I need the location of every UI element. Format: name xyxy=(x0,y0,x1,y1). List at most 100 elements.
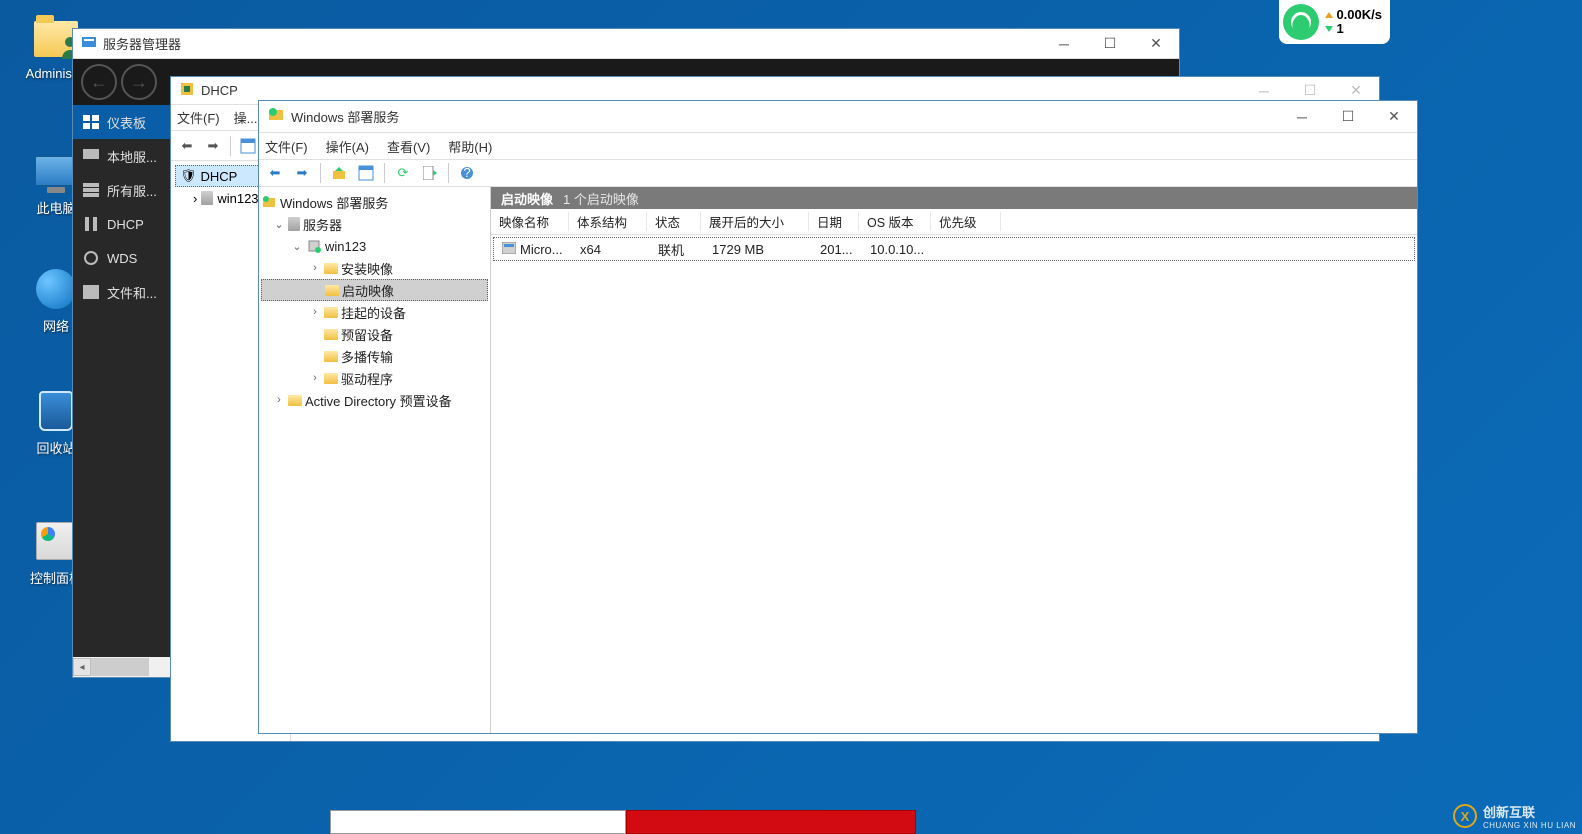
column-header[interactable]: 日期 xyxy=(809,212,859,231)
minimize-button[interactable]: ─ xyxy=(1041,29,1087,58)
menu-file[interactable]: 文件(F) xyxy=(177,108,220,127)
tree-panel: Windows 部署服务 ⌄服务器 ⌄win123 ›安装映像 ›启动映像 ›挂… xyxy=(259,187,491,733)
close-button[interactable]: ✕ xyxy=(1133,29,1179,58)
tree-pending-devices[interactable]: › 挂起的设备 xyxy=(261,301,488,323)
tree-label: 挂起的设备 xyxy=(341,303,406,322)
close-button[interactable]: ✕ xyxy=(1371,101,1417,132)
scroll-thumb[interactable] xyxy=(91,658,149,676)
cell-os: 10.0.10... xyxy=(862,242,934,257)
sidebar-item-dhcp[interactable]: DHCP xyxy=(73,207,171,241)
up-button[interactable] xyxy=(327,161,351,185)
sidebar-item-all-servers[interactable]: 所有服... xyxy=(73,173,171,207)
column-header[interactable]: 体系结构 xyxy=(569,212,647,231)
menu-action[interactable]: 操作(A) xyxy=(326,137,369,156)
window-wds[interactable]: Windows 部署服务 ─ ☐ ✕ 文件(F) 操作(A) 查看(V) 帮助(… xyxy=(258,100,1418,734)
expand-icon[interactable]: › xyxy=(309,262,321,274)
tree-ad-prestaged[interactable]: › Active Directory 预置设备 xyxy=(261,389,488,411)
expand-icon[interactable]: › xyxy=(273,394,285,406)
tree-label: 安装映像 xyxy=(341,259,393,278)
column-header[interactable]: 映像名称 xyxy=(491,212,569,231)
tree-label: Active Directory 预置设备 xyxy=(305,391,452,410)
menu-action[interactable]: 操... xyxy=(234,108,258,127)
folder-icon xyxy=(324,307,338,318)
tree-label: 服务器 xyxy=(303,215,342,234)
view-button[interactable] xyxy=(354,161,378,185)
sidebar-item-label: DHCP xyxy=(107,217,144,232)
column-header[interactable]: 状态 xyxy=(647,212,701,231)
maximize-button[interactable]: ☐ xyxy=(1325,101,1371,132)
folder-icon xyxy=(324,329,338,340)
window-title: DHCP xyxy=(201,83,1241,98)
expand-icon[interactable]: › xyxy=(309,372,321,384)
forward-button[interactable]: ➡ xyxy=(290,161,314,185)
sidebar-item-dashboard[interactable]: 仪表板 xyxy=(73,105,171,139)
tree-server-win123[interactable]: ⌄win123 xyxy=(261,235,488,257)
column-headers[interactable]: 映像名称体系结构状态展开后的大小日期OS 版本优先级 xyxy=(491,209,1417,235)
watermark-sub: CHUANG XIN HU LIAN xyxy=(1483,821,1576,830)
servers-icon xyxy=(288,217,300,231)
expand-icon[interactable]: › xyxy=(309,306,321,318)
watermark-logo-icon: X xyxy=(1453,804,1477,828)
tree-multicast[interactable]: ›多播传输 xyxy=(261,345,488,367)
cell-status: 联机 xyxy=(650,240,704,259)
column-header[interactable]: 展开后的大小 xyxy=(701,212,809,231)
scroll-left-button[interactable]: ◂ xyxy=(73,658,91,676)
collapse-icon[interactable]: ⌄ xyxy=(291,240,303,253)
tree-install-images[interactable]: › 安装映像 xyxy=(261,257,488,279)
sidebar-item-label: 所有服... xyxy=(107,181,157,200)
menu-help[interactable]: 帮助(H) xyxy=(448,137,492,156)
sidebar-item-wds[interactable]: WDS xyxy=(73,241,171,275)
nav-back-button[interactable]: ← xyxy=(81,64,117,100)
back-button[interactable]: ⬅ xyxy=(175,134,199,158)
tree-label: 驱动程序 xyxy=(341,369,393,388)
export-button[interactable] xyxy=(418,161,442,185)
wds-icon xyxy=(267,106,285,127)
wifi-icon xyxy=(1283,4,1319,40)
cell-arch: x64 xyxy=(572,242,650,257)
upload-speed: 0.00K/s xyxy=(1336,8,1382,22)
maximize-button[interactable]: ☐ xyxy=(1087,29,1133,58)
expand-icon[interactable]: › xyxy=(193,191,197,206)
collapse-icon[interactable]: ⌄ xyxy=(273,218,285,231)
sidebar-item-label: 文件和... xyxy=(107,283,157,302)
sidebar-item-local-server[interactable]: 本地服... xyxy=(73,139,171,173)
folder-icon xyxy=(325,285,339,296)
bottom-strip xyxy=(330,810,940,834)
content-header: 启动映像 1 个启动映像 xyxy=(491,187,1417,209)
tree-label: win123 xyxy=(217,191,258,206)
tree-label: 多播传输 xyxy=(341,347,393,366)
network-status-widget[interactable]: 0.00K/s 1 xyxy=(1279,0,1390,44)
table-row[interactable]: Micro...x64联机1729 MB201...10.0.10... xyxy=(493,237,1415,261)
tree-label: DHCP xyxy=(201,169,238,184)
tree-servers[interactable]: ⌄ 服务器 xyxy=(261,213,488,235)
menu-file[interactable]: 文件(F) xyxy=(265,137,308,156)
tree-drivers[interactable]: › 驱动程序 xyxy=(261,367,488,389)
nav-forward-button[interactable]: → xyxy=(121,64,157,100)
column-header[interactable]: OS 版本 xyxy=(859,212,931,231)
dhcp-node-icon: 🛡 xyxy=(180,168,197,184)
titlebar[interactable]: 服务器管理器 ─ ☐ ✕ xyxy=(73,29,1179,59)
tree-reserved-devices[interactable]: ›预留设备 xyxy=(261,323,488,345)
sidebar-item-file-services[interactable]: 文件和... xyxy=(73,275,171,309)
dhcp-icon xyxy=(179,81,195,100)
refresh-button[interactable]: ⟳ xyxy=(391,161,415,185)
table-body: Micro...x64联机1729 MB201...10.0.10... xyxy=(491,235,1417,263)
minimize-button[interactable]: ─ xyxy=(1279,101,1325,132)
content-title: 启动映像 xyxy=(501,189,553,208)
help-button[interactable]: ? xyxy=(455,161,479,185)
back-button[interactable]: ⬅ xyxy=(263,161,287,185)
watermark: X 创新互联 CHUANG XIN HU LIAN xyxy=(1453,802,1576,830)
wds-node-icon xyxy=(261,195,277,209)
titlebar[interactable]: Windows 部署服务 ─ ☐ ✕ xyxy=(259,101,1417,133)
server-icon xyxy=(201,191,213,205)
watermark-brand: 创新互联 xyxy=(1483,802,1576,821)
tree-label: Windows 部署服务 xyxy=(280,193,388,212)
image-icon xyxy=(502,242,516,257)
view-icon[interactable] xyxy=(236,134,260,158)
tree-boot-images[interactable]: ›启动映像 xyxy=(261,279,488,301)
column-header[interactable]: 优先级 xyxy=(931,212,1001,231)
tree-root-wds[interactable]: Windows 部署服务 xyxy=(261,191,488,213)
download-count: 1 xyxy=(1336,22,1343,36)
menu-view[interactable]: 查看(V) xyxy=(387,137,430,156)
forward-button[interactable]: ➡ xyxy=(201,134,225,158)
